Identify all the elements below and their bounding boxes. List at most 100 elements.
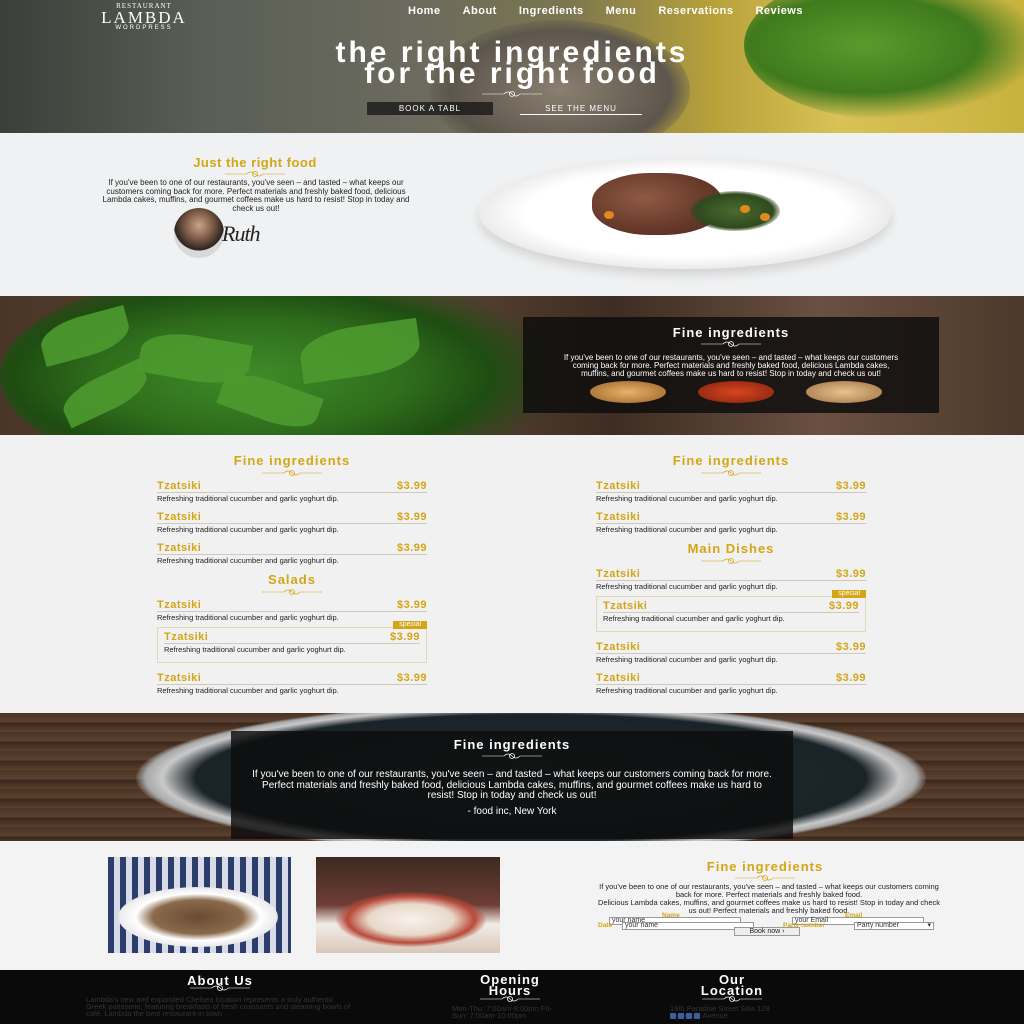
nav-reviews[interactable]: Reviews [755,5,803,17]
menu-section: Fine ingredients Tzatsiki $3.99 Refreshing… [0,435,1024,713]
carrot-slice-image [760,213,770,221]
menu-section-title: Fine ingredients [233,453,351,468]
ornament-divider-icon [701,341,761,347]
menu-item-desc: Refreshing traditional cucumber and garl… [157,525,339,534]
menu-section-title: Salads [268,572,316,587]
menu-item[interactable]: Tzatsiki $3.99 Refreshing traditional cucu… [157,477,427,508]
ingredients-info-box: Fine ingredients If you've been to one o… [523,317,939,413]
menu-item[interactable]: Tzatsiki $3.99 Refreshing traditional cucu… [596,669,866,700]
ingredients-band-text: If you've been to one of our restaurants… [563,353,899,378]
menu-item-desc: Refreshing traditional cucumber and garl… [157,613,339,622]
google-plus-icon[interactable] [686,1013,692,1019]
nav-menu[interactable]: Menu [606,5,637,17]
about-title: Just the right food [193,155,317,170]
menu-item-price: $3.99 [835,672,866,684]
testimonial-box: Fine ingredients If you've been to one o… [231,731,793,839]
testimonial-title: Fine ingredients [453,737,571,752]
instagram-icon[interactable] [694,1013,700,1019]
nav-home[interactable]: Home [408,5,441,17]
ingredients-band: Fine ingredients If you've been to one o… [0,296,1024,435]
menu-item-desc: Refreshing traditional cucumber and garl… [157,686,339,695]
menu-item-name: Tzatsiki [596,480,641,492]
facebook-icon[interactable] [670,1013,676,1019]
menu-item-name: Tzatsiki [157,542,202,554]
menu-item-name: Tzatsiki [596,568,641,580]
ornament-divider-icon [702,996,762,1002]
hero-section: RESTAURANT LAMBDA WORDPRESS Home About I… [0,0,1024,133]
ornament-divider-icon [480,996,540,1002]
testimonial-author: - food inc, New York [467,805,557,817]
spice-bowl-image [590,381,666,403]
testimonial-section: Fine ingredients If you've been to one o… [0,713,1024,841]
menu-item[interactable]: Tzatsiki $3.99 Refreshing traditional cucu… [157,596,427,627]
menu-item[interactable]: Tzatsiki $3.99 Refreshing traditional cucu… [596,477,866,508]
menu-item[interactable]: Tzatsiki $3.99 Refreshing traditional cucu… [157,508,427,539]
menu-item-price: $3.99 [389,631,420,643]
steak-dish-photo [108,857,291,953]
menu-item-desc: Refreshing traditional cucumber and garl… [596,525,778,534]
menu-item-desc: Refreshing traditional cucumber and garl… [596,686,778,695]
nav-ingredients[interactable]: Ingredients [519,5,584,17]
arrow-icon: › [782,928,785,935]
book-now-label: Book now [749,928,781,935]
ornament-divider-icon [262,589,322,595]
twitter-icon[interactable] [678,1013,684,1019]
menu-item-desc: Refreshing traditional cucumber and garl… [157,494,339,503]
menu-item-price: $3.99 [396,511,427,523]
logo[interactable]: RESTAURANT LAMBDA WORDPRESS [84,2,204,31]
menu-item-price: $3.99 [835,568,866,580]
ornament-divider-icon [735,875,795,881]
menu-column-left: Fine ingredients Tzatsiki $3.99 Refreshing… [157,435,427,700]
ornament-divider-icon [190,985,250,991]
ornament-divider-icon [262,470,322,476]
party-select[interactable]: Party number ▾ [854,922,934,930]
reservation-title: Fine ingredients [706,859,824,874]
footer: About Us Lambda's new and expanded Chels… [0,970,1024,1024]
testimonial-text: If you've been to one of our restaurants… [252,769,772,801]
menu-item-name: Tzatsiki [603,600,648,612]
menu-item-name: Tzatsiki [164,631,209,643]
spice-bowl-image [698,381,774,403]
chef-avatar [174,208,224,258]
about-text: If you've been to one of our restaurants… [102,178,410,213]
reservation-section: Fine ingredients If you've been to one o… [0,841,1024,970]
special-badge: special [832,590,866,598]
menu-column-right: Fine ingredients Tzatsiki $3.99 Refreshing… [596,435,866,700]
ornament-divider-icon [701,558,761,564]
menu-item-desc: Refreshing traditional cucumber and garl… [603,614,785,623]
menu-item-desc: Refreshing traditional cucumber and garl… [596,494,778,503]
book-table-button[interactable]: BOOK A TABL [367,102,493,115]
menu-item[interactable]: Tzatsiki $3.99 Refreshing traditional cucu… [157,669,427,700]
menu-item[interactable]: Tzatsiki $3.99 Refreshing traditional cucu… [596,638,866,669]
book-now-button[interactable]: Book now › [734,927,800,936]
menu-section-title: Main Dishes [687,541,775,556]
see-menu-button[interactable]: SEE THE MENU [520,102,642,115]
footer-about-text: Lambda's new and expanded Chelsea locati… [86,995,351,1018]
nav-about[interactable]: About [463,5,497,17]
menu-item-name: Tzatsiki [157,599,202,611]
menu-item[interactable]: Tzatsiki $3.99 Refreshing traditional cucu… [596,565,866,596]
menu-item[interactable]: Tzatsiki $3.99 Refreshing traditional cucu… [157,539,427,570]
menu-item-special[interactable]: special Tzatsiki $3.99 Refreshing tradition… [596,590,866,632]
menu-item-price: $3.99 [828,600,859,612]
logo-name: LAMBDA [101,8,187,27]
menu-item-price: $3.99 [835,641,866,653]
party-select-value: Party number [857,922,900,929]
menu-item-special[interactable]: special Tzatsiki $3.99 Refreshing tradition… [157,621,427,663]
dessert-photo [316,857,500,953]
carrot-slice-image [740,205,750,213]
menu-item-price: $3.99 [835,511,866,523]
menu-item-name: Tzatsiki [157,480,202,492]
about-section: Just the right food If you've been to on… [0,133,1024,296]
menu-item[interactable]: Tzatsiki $3.99 Refreshing traditional cucu… [596,508,866,539]
footer-hours-text: Mon-Thu: 7:00am-8:00pm Fri-Sun: 7:00am-1… [452,1004,553,1020]
menu-item-price: $3.99 [396,542,427,554]
menu-item-name: Tzatsiki [596,511,641,523]
menu-item-name: Tzatsiki [157,672,202,684]
ornament-divider-icon [701,470,761,476]
nav-reservations[interactable]: Reservations [658,5,733,17]
menu-item-desc: Refreshing traditional cucumber and garl… [596,582,778,591]
main-nav: Home About Ingredients Menu Reservations… [408,5,803,17]
special-badge: special [393,621,427,629]
chef-signature: Ruth [222,221,261,246]
